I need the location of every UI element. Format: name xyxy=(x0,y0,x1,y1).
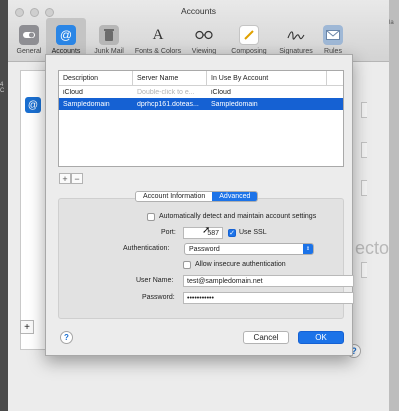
account-at-icon[interactable]: @ xyxy=(25,97,41,113)
background-edge-tab xyxy=(361,180,367,196)
use-ssl-label: Use SSL xyxy=(239,229,267,236)
trash-icon xyxy=(99,25,119,45)
pencil-icon xyxy=(239,25,259,45)
cell-server-name: Double-click to e... xyxy=(137,88,195,96)
tab-account-information[interactable]: Account Information xyxy=(136,192,213,201)
authentication-label: Authentication: xyxy=(123,245,170,252)
background-edge-tab xyxy=(361,102,367,118)
use-ssl-checkbox[interactable]: ✓ xyxy=(228,229,236,237)
toolbar-fonts-colors[interactable]: A Fonts & Colors xyxy=(132,18,184,58)
at-sign-icon: @ xyxy=(56,25,76,45)
cell-description: iCloud xyxy=(63,88,83,96)
cell-in-use: iCloud xyxy=(211,88,231,96)
titlebar: Accounts General @ Accounts Junk Mail A xyxy=(8,0,389,62)
glasses-icon xyxy=(194,25,214,45)
username-label: User Name: xyxy=(136,277,174,284)
column-header-in-use[interactable]: In Use By Account xyxy=(207,71,327,85)
toolbar-viewing[interactable]: Viewing xyxy=(184,18,224,58)
preferences-toolbar: General @ Accounts Junk Mail A Fonts & C… xyxy=(12,18,348,58)
tab-advanced[interactable]: Advanced xyxy=(212,192,258,201)
table-add-remove-controls: + − xyxy=(59,173,83,184)
cell-server-name: dprhcp161.doteas... xyxy=(137,100,199,108)
signature-icon xyxy=(286,25,306,45)
advanced-settings-group: Automatically detect and maintain accoun… xyxy=(58,198,354,319)
envelope-icon xyxy=(323,25,343,45)
allow-insecure-checkbox[interactable] xyxy=(183,261,191,269)
toolbar-accounts[interactable]: @ Accounts xyxy=(46,18,86,58)
toolbar-general[interactable]: General xyxy=(12,18,46,58)
add-server-button[interactable]: + xyxy=(59,173,71,184)
allow-insecure-label: Allow insecure authentication xyxy=(195,261,286,268)
table-row[interactable]: iCloud Double-click to e... iCloud xyxy=(59,86,343,98)
accounts-window: Accounts General @ Accounts Junk Mail A xyxy=(8,0,389,411)
authentication-popup[interactable]: Password ⇕ xyxy=(184,243,314,255)
sidebar-add-button[interactable]: + xyxy=(20,320,34,334)
cell-description: Sampledomain xyxy=(63,100,110,108)
authentication-value: Password xyxy=(189,245,220,253)
username-field[interactable]: test@sampledomain.net xyxy=(183,275,354,287)
cell-in-use: Sampledomain xyxy=(211,100,258,108)
help-button[interactable]: ? xyxy=(60,331,73,344)
toolbar-rules[interactable]: Rules xyxy=(318,18,348,58)
desktop-left: 4 C xyxy=(0,0,8,411)
chevron-updown-icon: ⇕ xyxy=(303,244,313,254)
smtp-server-table: Description Server Name In Use By Accoun… xyxy=(58,70,344,167)
settings-tabs: Account Information Advanced xyxy=(135,191,259,202)
auto-detect-checkbox[interactable] xyxy=(147,213,155,221)
column-header-description[interactable]: Description xyxy=(59,71,133,85)
cancel-button[interactable]: Cancel xyxy=(243,331,289,344)
password-field[interactable]: ••••••••••• xyxy=(183,292,354,304)
toolbar-junk-mail[interactable]: Junk Mail xyxy=(86,18,132,58)
window-title: Accounts xyxy=(181,6,216,16)
background-text-right: la xyxy=(389,20,394,26)
table-row-selected[interactable]: Sampledomain dprhcp161.doteas... Sampled… xyxy=(59,98,343,110)
toolbar-general-label: General xyxy=(16,48,42,55)
background-text-left: 4 C xyxy=(0,82,5,94)
switch-icon xyxy=(19,25,39,45)
table-header: Description Server Name In Use By Accoun… xyxy=(59,71,343,86)
ok-button[interactable]: OK xyxy=(298,331,344,344)
port-label: Port: xyxy=(161,229,176,236)
remove-server-button[interactable]: − xyxy=(71,173,83,184)
column-header-server-name[interactable]: Server Name xyxy=(133,71,207,85)
background-edge-tab xyxy=(361,142,367,158)
background-label-fragment: ecto xyxy=(354,238,389,258)
toolbar-signatures[interactable]: Signatures xyxy=(274,18,318,58)
password-label: Password: xyxy=(142,294,175,301)
toolbar-composing[interactable]: Composing xyxy=(224,18,274,58)
auto-detect-label: Automatically detect and maintain accoun… xyxy=(159,213,317,220)
font-icon: A xyxy=(152,26,164,43)
mouse-cursor-icon: ➚ xyxy=(202,225,211,236)
desktop-right: la xyxy=(389,0,399,411)
smtp-server-sheet: Description Server Name In Use By Accoun… xyxy=(45,54,354,356)
background-edge-tab xyxy=(361,262,367,278)
